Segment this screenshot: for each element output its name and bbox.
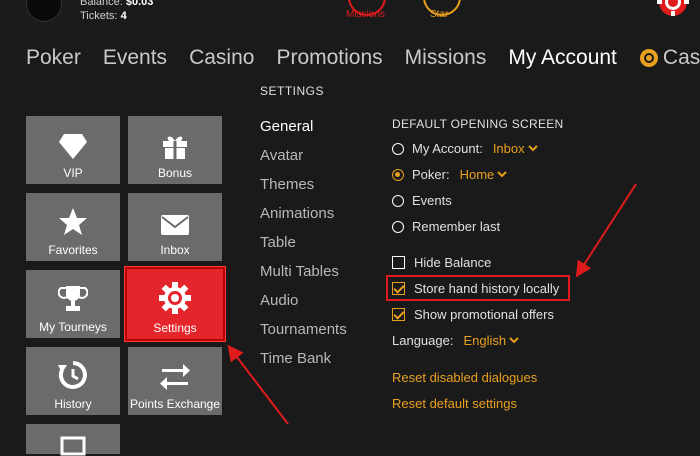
arrow-to-store-hand-history — [575, 183, 637, 278]
arrow-to-settings-tile — [227, 344, 289, 425]
annotation-arrows — [227, 183, 637, 425]
